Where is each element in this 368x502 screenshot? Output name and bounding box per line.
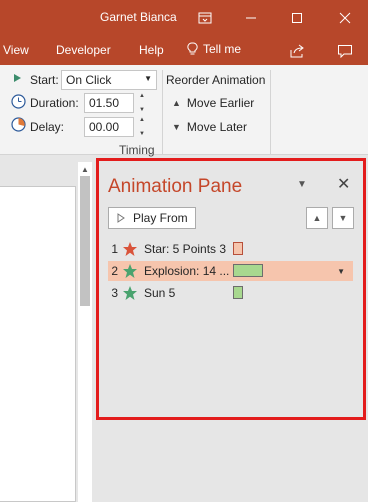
play-from-button[interactable]: Play From	[108, 207, 196, 229]
ribbon-tab-row: View Developer Help Tell me	[0, 35, 368, 65]
play-triangle-icon	[14, 74, 21, 82]
maximize-button[interactable]	[274, 0, 320, 35]
duration-label: Duration:	[30, 96, 79, 110]
play-from-label: Play From	[133, 211, 188, 225]
ribbon-display-options-button[interactable]	[182, 0, 228, 35]
move-up-button[interactable]: ▲	[306, 207, 328, 229]
ribbon-group-separator	[270, 70, 271, 154]
user-name[interactable]: Garnet Bianca	[100, 10, 177, 24]
ribbon-group-separator	[162, 70, 163, 154]
tab-help[interactable]: Help	[139, 43, 164, 57]
tell-me-search[interactable]: Tell me	[187, 42, 241, 56]
triangle-up-icon: ▲	[312, 213, 322, 223]
star-icon	[123, 264, 137, 278]
spin-down-icon: ▼	[139, 107, 145, 113]
pane-title: Animation Pane	[108, 176, 243, 197]
item-menu-chevron-icon[interactable]: ▼	[337, 267, 345, 276]
scroll-thumb[interactable]	[80, 176, 90, 306]
item-name: Star: 5 Points 3	[144, 242, 227, 256]
title-bar: Garnet Bianca	[0, 0, 368, 35]
vertical-scrollbar[interactable]: ▲	[78, 162, 92, 502]
minimize-icon	[246, 17, 256, 18]
slide-editor-area: ▲	[0, 156, 96, 502]
share-button[interactable]	[274, 33, 320, 68]
move-earlier-label: Move Earlier	[186, 96, 255, 110]
ribbon-display-icon	[198, 12, 212, 23]
reorder-animation-label: Reorder Animation	[166, 73, 266, 87]
timing-bar[interactable]	[233, 264, 263, 277]
timing-bar[interactable]	[233, 286, 243, 299]
slide-canvas[interactable]	[0, 186, 76, 502]
star-icon	[123, 286, 137, 300]
delay-clock-icon	[11, 117, 26, 132]
ribbon-timing-group: Start: On Click ▼ Duration: 01.50 ▲ ▼ De…	[0, 65, 368, 157]
triangle-down-icon: ▼	[338, 213, 348, 223]
delay-field[interactable]: 00.00	[84, 117, 134, 137]
item-number: 1	[111, 242, 118, 256]
timing-bar[interactable]	[233, 242, 243, 255]
duration-spinner[interactable]: ▲ ▼	[136, 93, 148, 113]
delay-label: Delay:	[30, 120, 65, 134]
play-outline-icon	[117, 213, 125, 223]
spin-up-icon: ▲	[139, 117, 145, 123]
timing-group-label: Timing	[119, 143, 155, 157]
delay-value: 00.00	[89, 120, 120, 134]
start-value: On Click	[66, 73, 112, 87]
duration-field[interactable]: 01.50	[84, 93, 134, 113]
triangle-up-icon: ▲	[172, 98, 181, 108]
start-dropdown[interactable]: On Click ▼	[61, 70, 157, 90]
tell-me-label: Tell me	[203, 42, 242, 56]
tab-developer[interactable]: Developer	[56, 43, 111, 57]
delay-spinner[interactable]: ▲ ▼	[136, 117, 148, 137]
clock-icon	[11, 94, 26, 109]
share-icon	[290, 44, 304, 57]
comment-icon	[338, 44, 352, 58]
triangle-down-icon: ▼	[172, 122, 181, 132]
close-icon	[339, 12, 351, 23]
star-icon	[123, 242, 137, 256]
start-label: Start:	[30, 73, 59, 87]
pane-close-icon[interactable]: ✕	[337, 174, 350, 194]
pane-options-chevron-icon[interactable]: ▼	[297, 179, 307, 190]
maximize-icon	[292, 12, 302, 23]
animation-item-2[interactable]: 2 Explosion: 14 ... ▼	[108, 261, 353, 281]
duration-value: 01.50	[89, 96, 120, 110]
scroll-up-icon[interactable]: ▲	[81, 165, 89, 174]
animation-item-1[interactable]: 1 Star: 5 Points 3	[108, 239, 353, 259]
lightbulb-icon	[187, 42, 198, 55]
animation-pane: Animation Pane ▼ ✕ Play From ▲ ▼ 1 Star:…	[96, 158, 366, 420]
minimize-button[interactable]	[228, 0, 274, 35]
item-name: Sun 5	[144, 286, 176, 300]
chevron-down-icon: ▼	[144, 74, 152, 83]
move-later-button[interactable]: ▼ Move Later	[172, 120, 247, 134]
move-later-label: Move Later	[186, 120, 247, 134]
tab-view[interactable]: View	[3, 43, 29, 57]
comments-button[interactable]	[322, 33, 368, 68]
animation-item-3[interactable]: 3 Sun 5	[108, 283, 353, 303]
move-down-button[interactable]: ▼	[332, 207, 354, 229]
close-button[interactable]	[322, 0, 368, 35]
item-name: Explosion: 14 ...	[144, 264, 230, 278]
spin-down-icon: ▼	[139, 131, 145, 137]
spin-up-icon: ▲	[139, 93, 145, 99]
item-number: 3	[111, 286, 118, 300]
item-number: 2	[111, 264, 118, 278]
move-earlier-button[interactable]: ▲ Move Earlier	[172, 96, 254, 110]
